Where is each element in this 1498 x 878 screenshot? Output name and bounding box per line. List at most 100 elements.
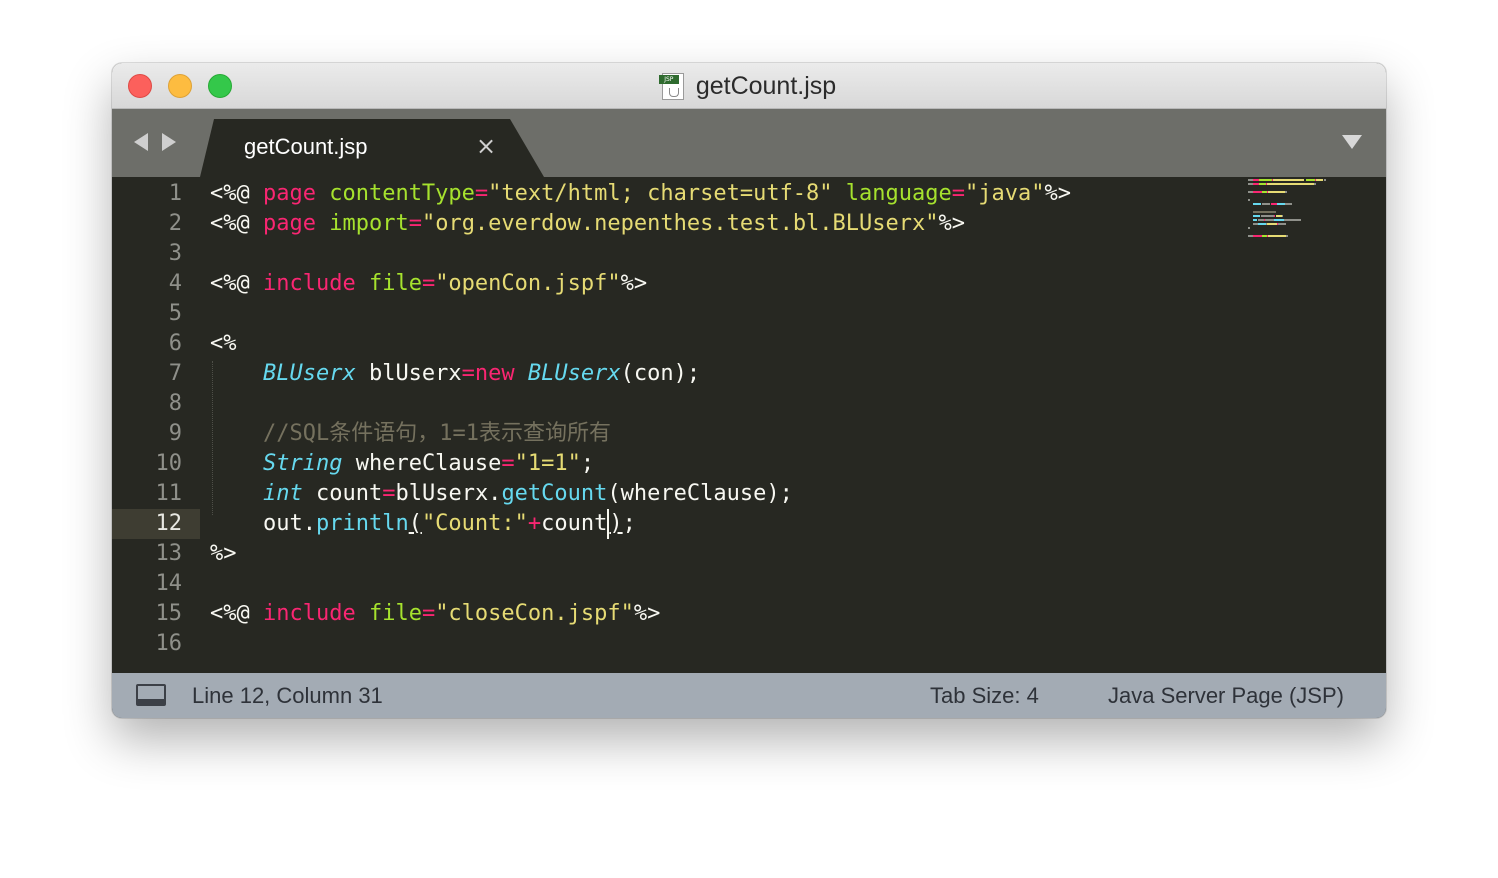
code-line: <%	[210, 329, 237, 359]
minimap-token	[1261, 215, 1274, 217]
minimap-token	[1259, 179, 1272, 181]
code-token: //SQL条件语句，1=1表示查询所有	[262, 421, 611, 446]
code-line: <%@ include file="openCon.jspf"%>	[210, 269, 647, 299]
minimap-token	[1274, 215, 1275, 217]
code-area[interactable]: <%@ page contentType="text/html; charset…	[210, 177, 1240, 673]
line-number: 15	[155, 601, 183, 626]
minimap-token	[1316, 179, 1323, 181]
code-token: <%@	[210, 181, 263, 206]
line-number: 16	[155, 631, 183, 656]
code-token: BLUserx	[527, 361, 621, 386]
code-token: <%	[210, 331, 237, 356]
code-line: <%@ page contentType="text/html; charset…	[210, 179, 1071, 209]
minimap-token	[1314, 183, 1316, 185]
code-token: "java"	[965, 181, 1045, 206]
next-tab-arrow-icon[interactable]	[162, 133, 176, 151]
minimap-token	[1258, 223, 1266, 225]
line-number: 4	[168, 271, 182, 296]
code-token: println	[315, 511, 409, 536]
code-line: <%@ page import="org.everdow.nepenthes.t…	[210, 209, 965, 239]
code-token: blUserx	[355, 361, 462, 386]
line-number: 2	[168, 211, 182, 236]
line-number: 9	[168, 421, 182, 446]
minimap-token	[1277, 203, 1285, 205]
minimap-token	[1267, 183, 1314, 185]
line-number: 1	[168, 181, 182, 206]
minimap-token	[1274, 219, 1284, 221]
code-token: "Count:"	[421, 511, 528, 536]
editor-window: JSP getCount.jsp getCount.jsp × 12345678…	[112, 63, 1386, 718]
code-token: "1=1"	[514, 451, 581, 476]
code-token: <%@	[210, 271, 263, 296]
code-line: String whereClause="1=1";	[210, 449, 594, 479]
syntax-selector[interactable]: Java Server Page (JSP)	[1108, 683, 1344, 709]
code-line: %>	[210, 539, 237, 569]
code-token: +	[527, 511, 542, 536]
minimap-token	[1268, 191, 1285, 193]
code-token: =	[421, 271, 436, 296]
tab-list-dropdown-icon[interactable]	[1342, 135, 1362, 149]
code-token: "text/html; charset=utf-8"	[488, 181, 833, 206]
minimap-token	[1284, 219, 1301, 221]
code-token: =	[421, 601, 436, 626]
line-number: 8	[168, 391, 182, 416]
minimap-token	[1253, 203, 1261, 205]
code-token: count	[302, 481, 383, 506]
panel-toggle-icon[interactable]	[136, 684, 166, 706]
minimap-token	[1267, 223, 1277, 225]
code-line: int count=blUserx.getCount(whereClause);	[210, 479, 793, 509]
code-token: String	[262, 451, 343, 476]
code-token: )	[609, 511, 623, 536]
code-token: page	[262, 181, 330, 206]
minimap-token	[1248, 227, 1250, 229]
tab-size-selector[interactable]: Tab Size: 4	[930, 683, 1039, 709]
line-number: 3	[168, 241, 182, 266]
tab-label: getCount.jsp	[244, 134, 368, 159]
tab-bar: getCount.jsp ×	[112, 109, 1386, 177]
code-token: getCount	[501, 481, 608, 506]
code-token: (whereClause);	[607, 481, 793, 506]
code-token: new	[474, 361, 528, 386]
code-token: =	[951, 181, 966, 206]
code-token: %>	[633, 601, 661, 626]
minimap-token	[1285, 203, 1292, 205]
status-bar: Line 12, Column 31 Tab Size: 4 Java Serv…	[112, 673, 1386, 718]
line-number-gutter: 1 2 3 4 5 6 7 8 9 10 11 12 13 14 15 16	[112, 177, 200, 673]
code-token: %>	[210, 541, 237, 566]
code-token: include	[262, 601, 369, 626]
minimap-token	[1259, 183, 1266, 185]
minimap-token	[1268, 235, 1286, 237]
tab-close-icon[interactable]: ×	[476, 132, 496, 160]
code-token: blUserx.	[395, 481, 502, 506]
minimap-token	[1262, 203, 1270, 205]
code-line: out.println("Count:"+count);	[210, 509, 636, 539]
line-number: 12	[155, 511, 183, 536]
code-token: out.	[262, 511, 316, 536]
jsp-file-icon-tag: JSP	[658, 75, 679, 84]
title-bar[interactable]: JSP getCount.jsp	[112, 63, 1386, 109]
code-token: int	[262, 481, 303, 506]
previous-tab-arrow-icon[interactable]	[134, 133, 148, 151]
tab-getcount-jsp[interactable]: getCount.jsp ×	[200, 119, 544, 177]
code-token: file	[368, 271, 422, 296]
code-token: contentType	[329, 181, 475, 206]
minimap-token	[1253, 219, 1257, 221]
code-token: ;	[622, 511, 636, 536]
code-token: =	[474, 181, 489, 206]
code-token: (	[408, 511, 422, 536]
code-token: "openCon.jspf"	[435, 271, 621, 296]
code-token: include	[262, 271, 369, 296]
line-number: 7	[168, 361, 182, 386]
code-editor[interactable]: 1 2 3 4 5 6 7 8 9 10 11 12 13 14 15 16 <%@ page content…	[112, 177, 1386, 673]
code-token: "closeCon.jspf"	[435, 601, 634, 626]
minimap-token	[1285, 223, 1286, 225]
minimap-token	[1324, 179, 1326, 181]
code-token: %>	[938, 211, 966, 236]
minimap-token	[1286, 235, 1288, 237]
line-number: 10	[155, 451, 183, 476]
minimap[interactable]	[1248, 179, 1376, 249]
